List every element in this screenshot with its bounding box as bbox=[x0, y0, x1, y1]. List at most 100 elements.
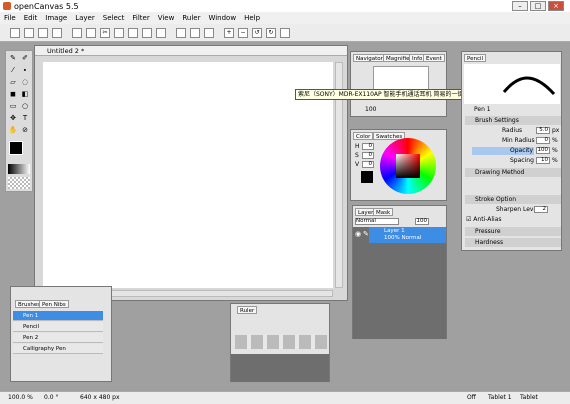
tab-pen-nibs[interactable]: Pen Nibs bbox=[39, 300, 69, 308]
tab-mask[interactable]: Mask bbox=[373, 208, 394, 216]
drawing-canvas[interactable] bbox=[43, 62, 333, 288]
tab-navigator[interactable]: Navigator bbox=[353, 54, 386, 62]
eraser-tool-icon[interactable]: ▱ bbox=[8, 77, 18, 87]
cut-icon[interactable]: ✂ bbox=[100, 27, 110, 38]
crop-icon[interactable] bbox=[156, 27, 166, 38]
layer-row[interactable]: Layer 1 100% Normal bbox=[369, 227, 446, 243]
section-brush-settings[interactable]: Brush Settings bbox=[465, 116, 561, 125]
layer-list bbox=[353, 227, 446, 339]
app-title: openCanvas 5.5 bbox=[14, 1, 79, 11]
deselect-icon[interactable] bbox=[190, 27, 200, 38]
pencil-tool-icon[interactable]: ✐ bbox=[20, 53, 30, 63]
menu-file[interactable]: File bbox=[4, 14, 16, 22]
tab-event[interactable]: Event bbox=[423, 54, 445, 62]
section-drawing-method[interactable]: Drawing Method bbox=[465, 168, 561, 177]
close-button[interactable]: × bbox=[548, 1, 564, 11]
brush-name: Pen 1 bbox=[474, 106, 491, 113]
fill-tool-icon[interactable]: ◼ bbox=[8, 89, 18, 99]
brush-item-pen-1[interactable]: Pen 1 bbox=[13, 311, 103, 321]
menu-help[interactable]: Help bbox=[244, 14, 260, 22]
rotate-left-icon[interactable]: ↺ bbox=[252, 27, 262, 38]
airbrush-tool-icon[interactable]: ∙ bbox=[20, 65, 30, 75]
visibility-eye-icon[interactable]: ◉ bbox=[355, 230, 361, 238]
brush-item-pencil[interactable]: Pencil bbox=[13, 322, 103, 332]
menu-window[interactable]: Window bbox=[208, 14, 236, 22]
tab-color[interactable]: Color bbox=[353, 132, 374, 140]
value-field[interactable]: 0 bbox=[362, 161, 374, 168]
layer-opacity-field[interactable]: 100 bbox=[415, 218, 429, 225]
section-hardness[interactable]: Hardness bbox=[465, 238, 561, 247]
color-panel: Color Swatches H 0 S 0 V 0 bbox=[350, 129, 447, 201]
record-icon[interactable] bbox=[72, 27, 82, 38]
select-all-icon[interactable] bbox=[176, 27, 186, 38]
menu-image[interactable]: Image bbox=[45, 14, 67, 22]
zoom-in-icon[interactable]: + bbox=[224, 27, 234, 38]
pencil-panel: Pencil Pen 1 Brush Settings Radius 5.0 p… bbox=[461, 51, 562, 251]
open-icon[interactable] bbox=[24, 27, 34, 38]
hue-field[interactable]: 0 bbox=[362, 143, 374, 150]
saturation-field[interactable]: 0 bbox=[362, 152, 374, 159]
title-bar: openCanvas 5.5 – □ × bbox=[0, 0, 570, 12]
menu-ruler[interactable]: Ruler bbox=[182, 14, 200, 22]
eyedropper-icon[interactable]: ⊘ bbox=[20, 125, 30, 135]
antialias-checkbox[interactable]: ☑ Anti-Alias bbox=[466, 216, 502, 223]
ruler-presets[interactable] bbox=[235, 335, 327, 349]
app-icon bbox=[3, 2, 11, 10]
gradient-swatch[interactable] bbox=[8, 164, 30, 174]
sharpen-field[interactable]: 2 bbox=[534, 206, 548, 213]
status-off: Off bbox=[467, 394, 476, 401]
status-angle: 0.0 ° bbox=[44, 394, 59, 401]
blend-mode-select[interactable]: Normal bbox=[355, 218, 399, 225]
menu-edit[interactable]: Edit bbox=[24, 14, 38, 22]
opacity-field[interactable]: 100 bbox=[536, 147, 550, 154]
playback-icon[interactable] bbox=[86, 27, 96, 38]
brush-tool-icon[interactable]: ⁄ bbox=[8, 65, 18, 75]
menu-filter[interactable]: Filter bbox=[132, 14, 149, 22]
brush-item-calligraphy[interactable]: Calligraphy Pen bbox=[13, 344, 103, 354]
pen-tool-icon[interactable]: ✎ bbox=[8, 53, 18, 63]
text-tool-icon[interactable]: T bbox=[20, 113, 30, 123]
main-toolbar: ✂ + − ↺ ↻ bbox=[0, 24, 570, 42]
move-tool-icon[interactable]: ✥ bbox=[8, 113, 18, 123]
transparent-swatch[interactable] bbox=[8, 177, 30, 189]
radius-field[interactable]: 5.0 bbox=[536, 127, 550, 134]
menu-layer[interactable]: Layer bbox=[75, 14, 95, 22]
section-pressure[interactable]: Pressure bbox=[465, 227, 561, 236]
menu-view[interactable]: View bbox=[158, 14, 175, 22]
layer-panel: Layer Mask Normal 100 Layer 1 100% Norma… bbox=[352, 205, 447, 339]
invert-selection-icon[interactable] bbox=[204, 27, 214, 38]
foreground-color[interactable] bbox=[9, 141, 23, 155]
paste-icon[interactable] bbox=[128, 27, 138, 38]
new-icon[interactable] bbox=[10, 27, 20, 38]
spacing-field[interactable]: 10 bbox=[536, 157, 550, 164]
navigator-panel: Navigator Magnifier Info Event 100 bbox=[350, 51, 447, 117]
blur-tool-icon[interactable]: ◌ bbox=[20, 77, 30, 87]
save-as-icon[interactable] bbox=[52, 27, 62, 38]
current-color bbox=[361, 171, 373, 183]
gradient-tool-icon[interactable]: ◧ bbox=[20, 89, 30, 99]
status-size: 640 x 480 px bbox=[80, 394, 120, 401]
status-bar: 100.0 % 0.0 ° 640 x 480 px Off Tablet 1 … bbox=[0, 391, 570, 404]
section-stroke-option[interactable]: Stroke Option bbox=[465, 195, 561, 204]
hand-tool-icon[interactable]: ✋ bbox=[8, 125, 18, 135]
tab-ruler[interactable]: Ruler bbox=[237, 306, 258, 314]
lasso-icon[interactable]: ○ bbox=[20, 101, 30, 111]
tab-pencil[interactable]: Pencil bbox=[464, 54, 487, 62]
rotate-right-icon[interactable]: ↻ bbox=[266, 27, 276, 38]
zoom-out-icon[interactable]: − bbox=[238, 27, 248, 38]
maximize-button[interactable]: □ bbox=[530, 1, 546, 11]
copy-icon[interactable] bbox=[114, 27, 124, 38]
layer-lock-icon[interactable]: ✎ bbox=[363, 230, 369, 238]
min-radius-field[interactable]: 0 bbox=[536, 137, 550, 144]
minimize-button[interactable]: – bbox=[512, 1, 528, 11]
color-square[interactable] bbox=[396, 154, 420, 178]
select-rect-icon[interactable]: ▭ bbox=[8, 101, 18, 111]
navigator-zoom[interactable]: 100 bbox=[365, 106, 376, 113]
brush-item-pen-2[interactable]: Pen 2 bbox=[13, 333, 103, 343]
save-icon[interactable] bbox=[38, 27, 48, 38]
transform-icon[interactable] bbox=[142, 27, 152, 38]
menu-select[interactable]: Select bbox=[103, 14, 125, 22]
flip-icon[interactable] bbox=[280, 27, 290, 38]
status-zoom: 100.0 % bbox=[8, 394, 33, 401]
ruler-panel: Ruler bbox=[230, 303, 330, 382]
